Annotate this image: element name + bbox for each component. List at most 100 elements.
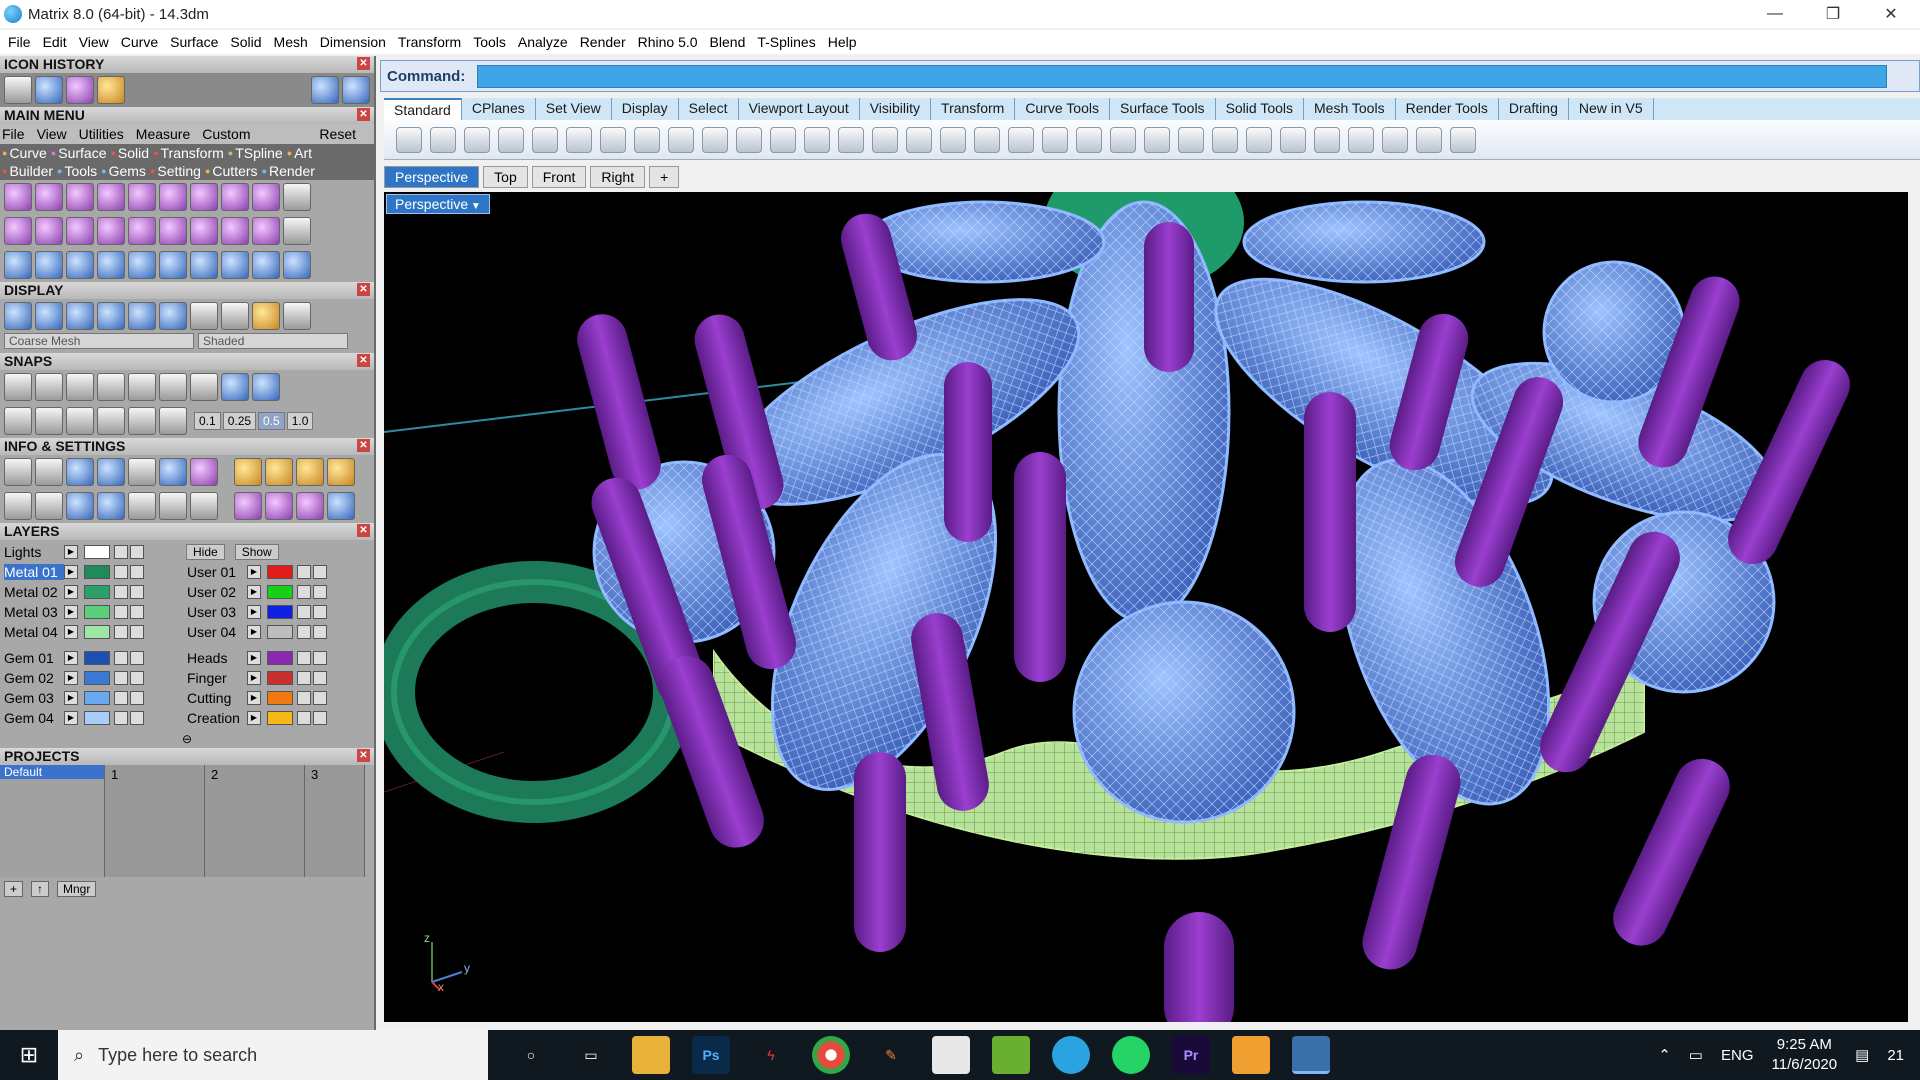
- project-col-3[interactable]: 3: [311, 767, 318, 782]
- menu-blend[interactable]: Blend: [706, 34, 754, 50]
- expand-icon[interactable]: ▶: [247, 565, 261, 579]
- layer-color[interactable]: [267, 651, 293, 665]
- hand-pan-icon[interactable]: [702, 126, 728, 153]
- mm-utilities[interactable]: Utilities: [79, 126, 124, 142]
- layer-color[interactable]: [267, 565, 293, 579]
- tool-icon[interactable]: [97, 251, 125, 279]
- menu-solid[interactable]: Solid: [226, 34, 269, 50]
- visible-icon[interactable]: [130, 545, 144, 559]
- tool-icon[interactable]: [190, 251, 218, 279]
- tab-art[interactable]: Art: [287, 145, 312, 161]
- info-icon[interactable]: [97, 458, 125, 486]
- forward-arrow-icon[interactable]: [342, 76, 370, 104]
- info-icon[interactable]: [327, 492, 355, 520]
- lock-icon[interactable]: [114, 605, 128, 619]
- car-icon[interactable]: [974, 126, 1000, 153]
- visible-icon[interactable]: [130, 691, 144, 705]
- layer-color[interactable]: [267, 691, 293, 705]
- visible-icon[interactable]: [313, 585, 327, 599]
- display-icon[interactable]: [35, 302, 63, 330]
- visible-icon[interactable]: [313, 605, 327, 619]
- expand-icon[interactable]: ▶: [64, 605, 78, 619]
- tab-viewport-layout[interactable]: Viewport Layout: [739, 98, 860, 120]
- tool-icon[interactable]: [221, 251, 249, 279]
- visible-icon[interactable]: [313, 565, 327, 579]
- visible-icon[interactable]: [130, 651, 144, 665]
- new-file-icon[interactable]: [396, 126, 422, 153]
- tab-standard[interactable]: Standard: [384, 98, 462, 120]
- gem-icon[interactable]: [35, 76, 63, 104]
- mm-reset[interactable]: Reset: [319, 126, 356, 142]
- tool-icon[interactable]: [66, 217, 94, 245]
- expand-icon[interactable]: ▶: [247, 605, 261, 619]
- visible-icon[interactable]: [313, 625, 327, 639]
- expand-icon[interactable]: ▶: [247, 625, 261, 639]
- tab-perspective[interactable]: Perspective: [384, 166, 480, 188]
- expand-icon[interactable]: ▶: [247, 691, 261, 705]
- text-tool-icon[interactable]: [190, 183, 218, 211]
- project-default[interactable]: Default: [0, 765, 104, 779]
- filter-icon[interactable]: [1348, 126, 1374, 153]
- render-sphere-icon[interactable]: [1314, 126, 1340, 153]
- color-wheel-icon[interactable]: [1212, 126, 1238, 153]
- layer-name[interactable]: User 02: [187, 584, 247, 600]
- lock-icon[interactable]: [297, 691, 311, 705]
- expand-icon[interactable]: ▶: [64, 651, 78, 665]
- tab-new-in-v5[interactable]: New in V5: [1569, 98, 1654, 120]
- tab-setting[interactable]: Setting: [150, 163, 201, 179]
- dimension-icon[interactable]: [1416, 126, 1442, 153]
- tab-cplanes[interactable]: CPlanes: [462, 98, 536, 120]
- project-col-1[interactable]: 1: [111, 767, 118, 782]
- display-icon[interactable]: [252, 302, 280, 330]
- menu-analyze[interactable]: Analyze: [514, 34, 576, 50]
- tab-tools[interactable]: Tools: [57, 163, 97, 179]
- menu-transform[interactable]: Transform: [394, 34, 469, 50]
- tool-icon[interactable]: [66, 183, 94, 211]
- tab-top[interactable]: Top: [483, 166, 528, 188]
- tab-curve[interactable]: Curve: [2, 145, 46, 161]
- layer-name[interactable]: Metal 04: [4, 624, 64, 640]
- close-icon[interactable]: ✕: [357, 283, 370, 296]
- drawing-app-icon[interactable]: [932, 1036, 970, 1074]
- visible-icon[interactable]: [313, 711, 327, 725]
- project-col-2[interactable]: 2: [211, 767, 218, 782]
- filter-icon[interactable]: [128, 492, 156, 520]
- expand-icon[interactable]: ▶: [64, 545, 78, 559]
- tab-curve-tools[interactable]: Curve Tools: [1015, 98, 1110, 120]
- lock-icon[interactable]: [297, 585, 311, 599]
- add-viewport-icon[interactable]: +: [649, 166, 680, 188]
- tab-render-tools[interactable]: Render Tools: [1396, 98, 1499, 120]
- info-icon[interactable]: [66, 492, 94, 520]
- snap-icon[interactable]: [252, 373, 280, 401]
- tab-tspline[interactable]: TSpline: [228, 145, 282, 161]
- taskbar-search[interactable]: ⌕ Type here to search: [58, 1030, 488, 1080]
- layer-color[interactable]: [267, 625, 293, 639]
- close-icon[interactable]: ✕: [357, 57, 370, 70]
- sphere-icon[interactable]: [66, 76, 94, 104]
- tab-set-view[interactable]: Set View: [536, 98, 612, 120]
- rotate-view-icon[interactable]: [906, 126, 932, 153]
- search-icon[interactable]: [35, 458, 63, 486]
- close-icon[interactable]: ✕: [357, 749, 370, 762]
- menu-mesh[interactable]: Mesh: [270, 34, 316, 50]
- tool-icon[interactable]: [4, 217, 32, 245]
- green-app-icon[interactable]: [992, 1036, 1030, 1074]
- snap-value[interactable]: 1.0: [286, 412, 314, 430]
- lock-icon[interactable]: [114, 565, 128, 579]
- flash-icon[interactable]: ϟ: [752, 1036, 790, 1074]
- paste-icon[interactable]: [600, 126, 626, 153]
- perspective-viewport[interactable]: Perspective z y x: [384, 192, 1908, 1022]
- layer-name[interactable]: Metal 02: [4, 584, 64, 600]
- info-icon[interactable]: [159, 492, 187, 520]
- tool-icon[interactable]: [252, 251, 280, 279]
- display-icon[interactable]: [97, 302, 125, 330]
- menu-help[interactable]: Help: [824, 34, 865, 50]
- tab-solid-tools[interactable]: Solid Tools: [1216, 98, 1305, 120]
- menu-tsplines[interactable]: T-Splines: [753, 34, 823, 50]
- lock-icon[interactable]: [297, 711, 311, 725]
- zoom-icon[interactable]: [872, 126, 898, 153]
- tab-mesh-tools[interactable]: Mesh Tools: [1304, 98, 1396, 120]
- tab-gems[interactable]: Gems: [101, 163, 146, 179]
- tab-select[interactable]: Select: [679, 98, 739, 120]
- visible-icon[interactable]: [130, 625, 144, 639]
